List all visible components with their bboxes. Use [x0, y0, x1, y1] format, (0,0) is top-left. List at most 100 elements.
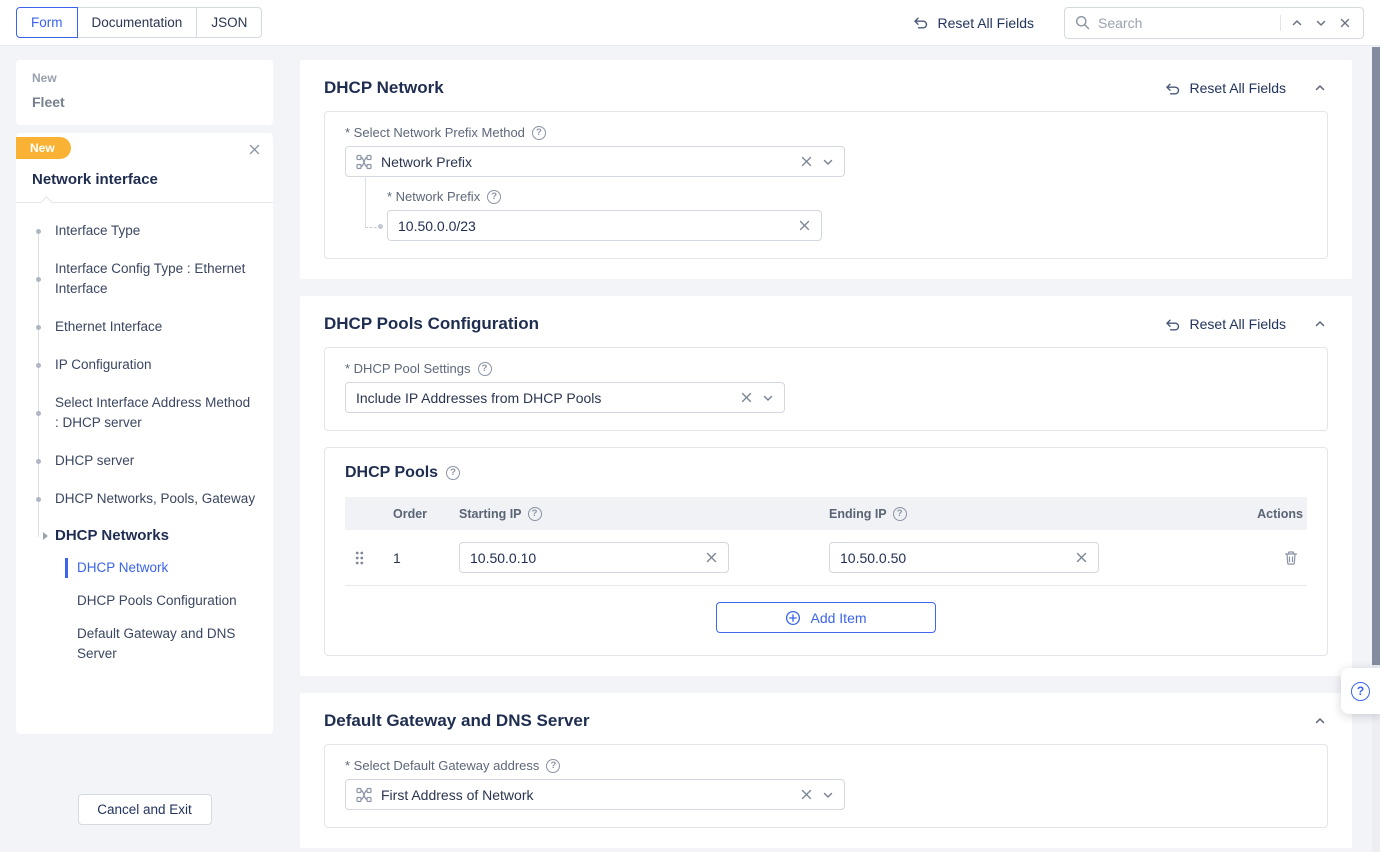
step-interface-config-type[interactable]: Interface Config Type : Ethernet Interfa…	[16, 259, 273, 299]
col-ending-ip: Ending IP	[829, 507, 887, 521]
search-next-icon[interactable]	[1313, 15, 1329, 31]
chevron-down-icon[interactable]	[762, 392, 774, 404]
tab-form[interactable]: Form	[16, 7, 78, 38]
clear-icon[interactable]	[798, 219, 811, 232]
clear-icon[interactable]	[1075, 551, 1088, 564]
reset-all-fields-button[interactable]: Reset All Fields	[912, 15, 1034, 31]
help-icon[interactable]: ?	[528, 507, 542, 521]
step-interface-type[interactable]: Interface Type	[16, 221, 273, 241]
search-icon	[1075, 15, 1090, 30]
help-icon[interactable]: ?	[893, 507, 907, 521]
substep-default-gateway-dns[interactable]: Default Gateway and DNS Server	[65, 624, 257, 664]
collapse-chevron-icon[interactable]	[1312, 713, 1328, 729]
tab-documentation[interactable]: Documentation	[77, 7, 198, 38]
step-group-dhcp-networks[interactable]: DHCP Networks	[16, 527, 273, 544]
context-title-fleet[interactable]: Fleet	[32, 94, 257, 110]
select-dhcp-pool-settings[interactable]: Include IP Addresses from DHCP Pools	[345, 382, 785, 413]
search-box	[1064, 7, 1364, 39]
clear-icon[interactable]	[800, 155, 813, 168]
step-ip-configuration[interactable]: IP Configuration	[16, 355, 273, 375]
context-card: New Fleet	[16, 60, 273, 125]
add-item-label: Add Item	[810, 610, 866, 626]
help-icon[interactable]: ?	[446, 466, 460, 480]
view-tab-group: Form Documentation JSON	[16, 7, 262, 38]
help-button[interactable]: ?	[1341, 668, 1380, 714]
select-default-gateway-address[interactable]: First Address of Network	[345, 779, 845, 810]
clear-icon[interactable]	[800, 788, 813, 801]
status-badge-new: New	[16, 137, 71, 159]
collapse-chevron-icon[interactable]	[1312, 316, 1328, 332]
starting-ip-input-wrap	[459, 542, 729, 573]
col-order: Order	[393, 507, 459, 521]
network-prefix-input[interactable]	[398, 218, 790, 234]
plus-circle-icon	[785, 610, 801, 626]
dhcp-network-fieldbox: * Select Network Prefix Method ? Network…	[324, 111, 1328, 259]
chevron-down-icon[interactable]	[822, 789, 834, 801]
col-starting-ip: Starting IP	[459, 507, 522, 521]
section-reset-fields-button[interactable]: Reset All Fields	[1164, 80, 1286, 96]
section-reset-fields-button[interactable]: Reset All Fields	[1164, 316, 1286, 332]
pools-table-row: 1	[345, 530, 1307, 586]
pools-title: DHCP Pools	[345, 464, 438, 482]
dhcp-pools-box: DHCP Pools ? Order Starting IP ? Ending …	[324, 447, 1328, 656]
field-label-prefix-method: * Select Network Prefix Method	[345, 125, 525, 140]
pool-settings-fieldbox: * DHCP Pool Settings ? Include IP Addres…	[324, 347, 1328, 431]
select-value: Include IP Addresses from DHCP Pools	[356, 390, 731, 406]
main-content: DHCP Network Reset All Fields * Select	[300, 60, 1352, 852]
collapse-chevron-icon[interactable]	[1312, 80, 1328, 96]
panel-title: Network interface	[32, 171, 257, 188]
undo-icon	[1164, 317, 1181, 332]
substep-dhcp-pools-configuration[interactable]: DHCP Pools Configuration	[65, 591, 257, 611]
field-label-pool-settings: * DHCP Pool Settings	[345, 361, 471, 376]
starting-ip-input[interactable]	[470, 550, 697, 566]
col-actions: Actions	[1237, 507, 1307, 521]
step-select-interface-address-method[interactable]: Select Interface Address Method : DHCP s…	[16, 393, 273, 433]
section-title-default-gateway: Default Gateway and DNS Server	[324, 711, 589, 731]
help-icon[interactable]: ?	[532, 126, 546, 140]
section-dhcp-pools-configuration: DHCP Pools Configuration Reset All Field…	[300, 296, 1352, 676]
undo-icon	[912, 15, 929, 30]
delete-row-trash-icon[interactable]	[1281, 548, 1301, 568]
scrollbar-track[interactable]	[1372, 47, 1380, 852]
panel-divider	[16, 202, 273, 203]
step-dhcp-server[interactable]: DHCP server	[16, 451, 273, 471]
drag-handle-icon[interactable]	[345, 550, 371, 566]
substep-dhcp-network[interactable]: DHCP Network	[65, 558, 257, 578]
row-order: 1	[393, 550, 459, 566]
section-reset-label: Reset All Fields	[1190, 316, 1286, 332]
panel-close-icon[interactable]	[248, 143, 261, 156]
step-list: Interface Type Interface Config Type : E…	[16, 221, 273, 509]
select-network-prefix-method[interactable]: Network Prefix	[345, 146, 845, 177]
search-input[interactable]	[1098, 15, 1272, 31]
ending-ip-input-wrap	[829, 542, 1099, 573]
sub-step-list: DHCP Network DHCP Pools Configuration De…	[65, 558, 257, 664]
section-default-gateway-dns: Default Gateway and DNS Server * Select …	[300, 693, 1352, 848]
search-close-icon[interactable]	[1337, 15, 1353, 31]
network-prefix-input-wrap	[387, 210, 822, 241]
step-dhcp-networks-pools-gateway[interactable]: DHCP Networks, Pools, Gateway	[16, 489, 273, 509]
cancel-and-exit-button[interactable]: Cancel and Exit	[78, 794, 212, 825]
section-reset-label: Reset All Fields	[1190, 80, 1286, 96]
field-label-default-gateway: * Select Default Gateway address	[345, 758, 539, 773]
help-icon[interactable]: ?	[546, 759, 560, 773]
scrollbar-thumb[interactable]	[1372, 47, 1380, 665]
default-gateway-fieldbox: * Select Default Gateway address ? First…	[324, 744, 1328, 828]
add-item-button[interactable]: Add Item	[716, 602, 936, 633]
help-icon[interactable]: ?	[478, 362, 492, 376]
undo-icon	[1164, 81, 1181, 96]
form-nav-panel: New Network interface Interface Type Int…	[16, 133, 273, 734]
step-ethernet-interface[interactable]: Ethernet Interface	[16, 317, 273, 337]
context-kicker: New	[32, 71, 257, 85]
search-prev-icon[interactable]	[1289, 15, 1305, 31]
ending-ip-input[interactable]	[840, 550, 1067, 566]
select-value: First Address of Network	[381, 787, 791, 803]
branch-arrow-icon	[43, 532, 48, 540]
nested-network-prefix-field: * Network Prefix ?	[387, 189, 1307, 241]
network-topology-icon	[356, 787, 372, 803]
help-icon[interactable]: ?	[487, 190, 501, 204]
chevron-down-icon[interactable]	[822, 156, 834, 168]
tab-json[interactable]: JSON	[196, 7, 262, 38]
clear-icon[interactable]	[705, 551, 718, 564]
topbar: Form Documentation JSON Reset All Fields	[0, 0, 1380, 46]
clear-icon[interactable]	[740, 391, 753, 404]
